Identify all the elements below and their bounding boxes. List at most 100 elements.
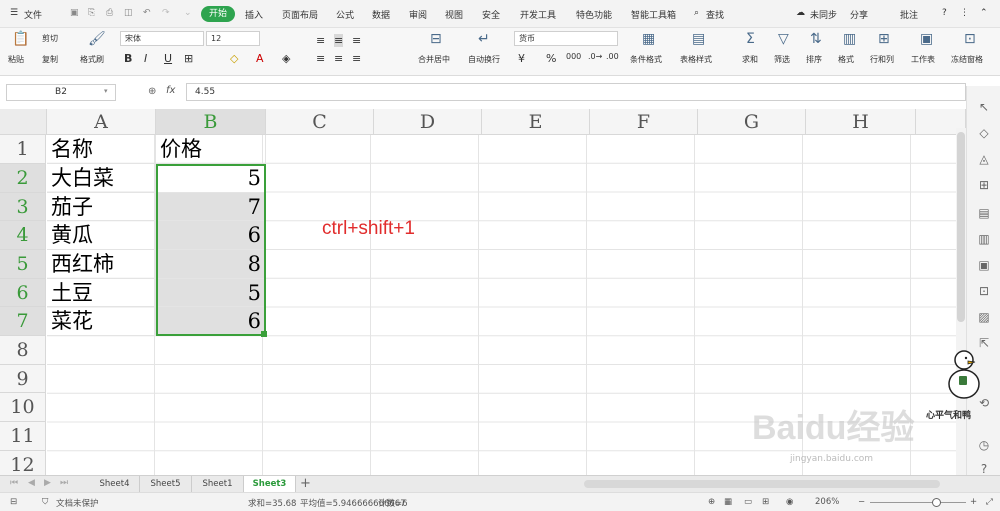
page-break-icon[interactable]: ⊞	[762, 497, 769, 507]
clock-icon[interactable]: ◷	[977, 438, 991, 452]
row-header[interactable]: 10	[0, 393, 46, 422]
tab-special[interactable]: 特色功能	[576, 8, 612, 21]
tab-insert[interactable]: 插入	[245, 8, 263, 21]
zoom-level[interactable]: 206%	[815, 497, 839, 507]
thousands-icon[interactable]: 000	[566, 52, 581, 61]
row-header[interactable]: 12	[0, 451, 46, 475]
row-header[interactable]: 2	[0, 164, 46, 193]
freeze-panes-icon[interactable]: ⊡	[964, 32, 976, 46]
format-painter-button[interactable]: 格式刷	[80, 54, 104, 65]
help-icon[interactable]: ?	[942, 8, 947, 18]
sort-icon[interactable]: ⇅	[810, 32, 822, 46]
border-icon[interactable]: ⊞	[184, 52, 193, 65]
align-top-icon[interactable]: ≡	[316, 34, 325, 47]
align-right-icon[interactable]: ≡	[352, 52, 361, 65]
horizontal-scrollbar[interactable]	[584, 480, 940, 488]
row-header[interactable]: 6	[0, 279, 46, 307]
row-header[interactable]: 5	[0, 250, 46, 279]
name-box[interactable]: B2	[6, 84, 116, 101]
clear-format-icon[interactable]: ◈	[282, 52, 290, 65]
sheet-tab-sheet5[interactable]: Sheet5	[140, 476, 192, 492]
zoom-slider-thumb[interactable]	[932, 498, 941, 507]
row-col-button[interactable]: 行和列	[870, 54, 894, 65]
italic-icon[interactable]: I	[144, 52, 147, 65]
merge-center-icon[interactable]: ⊟	[430, 32, 442, 46]
fill-color-icon[interactable]: ◇	[230, 52, 238, 65]
shape-icon[interactable]: ◇	[977, 126, 991, 140]
style-icon[interactable]: ◬	[977, 152, 991, 166]
fx-icon[interactable]: fx	[166, 85, 175, 96]
zoom-out-icon[interactable]: −	[858, 497, 865, 507]
fill-handle[interactable]	[261, 331, 267, 337]
align-center-icon[interactable]: ≡	[334, 52, 343, 65]
tab-page-layout[interactable]: 页面布局	[282, 8, 318, 21]
column-header[interactable]: H	[806, 109, 916, 135]
bar-chart-icon[interactable]: ▥	[977, 232, 991, 246]
wrap-text-button[interactable]: 自动换行	[468, 54, 500, 65]
fullscreen-icon[interactable]: ⤢	[986, 497, 993, 507]
filter-icon[interactable]: ▽	[778, 32, 789, 46]
last-sheet-icon[interactable]: ⏭	[60, 478, 68, 488]
format-icon[interactable]: ▥	[843, 32, 856, 46]
cell-a5[interactable]: 西红柿	[47, 250, 156, 279]
prev-sheet-icon[interactable]: ◀	[28, 478, 35, 488]
cell-a3[interactable]: 茄子	[47, 193, 156, 221]
undo-icon[interactable]: ↶	[143, 8, 151, 18]
sheet-tab-sheet4[interactable]: Sheet4	[90, 476, 140, 492]
search-button[interactable]: 查找	[706, 8, 724, 21]
row-header[interactable]: 4	[0, 221, 46, 250]
column-header[interactable]: G	[698, 109, 806, 135]
merge-center-button[interactable]: 合并居中	[418, 54, 450, 65]
add-sheet-icon[interactable]: +	[300, 476, 311, 491]
bold-icon[interactable]: B	[124, 52, 132, 65]
zoom-formula-icon[interactable]: ⊕	[148, 86, 156, 97]
column-header[interactable]: A	[47, 109, 156, 135]
select-tool-icon[interactable]: ↖	[977, 100, 991, 114]
selection-range[interactable]	[156, 164, 266, 336]
vertical-scrollbar[interactable]	[956, 128, 966, 475]
column-header[interactable]: E	[482, 109, 590, 135]
tab-data[interactable]: 数据	[372, 8, 390, 21]
row-header[interactable]: 9	[0, 365, 46, 393]
formula-input[interactable]: 4.55	[186, 83, 966, 101]
currency-icon[interactable]: ¥	[518, 52, 525, 65]
decrease-decimal-icon[interactable]: .00	[606, 52, 619, 61]
zoom-slider-track[interactable]	[870, 502, 966, 503]
tab-smart-toolbox[interactable]: 智能工具箱	[631, 8, 676, 21]
comment-button[interactable]: 批注	[900, 8, 918, 21]
first-sheet-icon[interactable]: ⏮	[10, 478, 18, 488]
format-painter-icon[interactable]: 🖌	[88, 32, 106, 46]
scroll-thumb[interactable]	[957, 132, 965, 322]
cell-b1[interactable]: 价格	[156, 135, 266, 164]
help-side-icon[interactable]: ?	[977, 462, 991, 476]
name-box-chevron-icon[interactable]: ▾	[104, 87, 108, 95]
preview-icon[interactable]: ◫	[124, 8, 133, 18]
box-icon[interactable]: ▣	[977, 258, 991, 272]
number-format-select[interactable]: 货币	[514, 31, 618, 46]
redo-icon[interactable]: ↷	[162, 8, 170, 18]
search-icon[interactable]: ⌕	[694, 8, 699, 18]
tab-developer[interactable]: 开发工具	[520, 8, 556, 21]
paste-icon[interactable]: 📋	[12, 32, 29, 46]
row-header[interactable]: 8	[0, 336, 46, 365]
table-icon[interactable]: ⊞	[977, 178, 991, 192]
row-header[interactable]: 7	[0, 307, 46, 336]
sheet-tab-sheet3[interactable]: Sheet3	[244, 476, 296, 492]
freeze-panes-button[interactable]: 冻结窗格	[951, 54, 983, 65]
next-sheet-icon[interactable]: ▶	[44, 478, 51, 488]
row-header[interactable]: 11	[0, 422, 46, 451]
row-header[interactable]: 1	[0, 135, 46, 164]
font-color-icon[interactable]: A	[256, 52, 264, 65]
font-size-select[interactable]: 12	[206, 31, 260, 46]
font-family-select[interactable]: 宋体	[120, 31, 204, 46]
align-left-icon[interactable]: ≡	[316, 52, 325, 65]
more-icon[interactable]: ⋮	[960, 8, 969, 18]
hamburger-icon[interactable]: ☰	[10, 8, 18, 18]
tab-security[interactable]: 安全	[482, 8, 500, 21]
sheet-tab-sheet1[interactable]: Sheet1	[192, 476, 244, 492]
eye-protect-icon[interactable]: ⊕	[708, 497, 715, 507]
conditional-format-icon[interactable]: ▦	[642, 32, 655, 46]
sum-button[interactable]: 求和	[742, 54, 758, 65]
print-icon[interactable]: ⎙	[106, 8, 113, 18]
tab-formula[interactable]: 公式	[336, 8, 354, 21]
